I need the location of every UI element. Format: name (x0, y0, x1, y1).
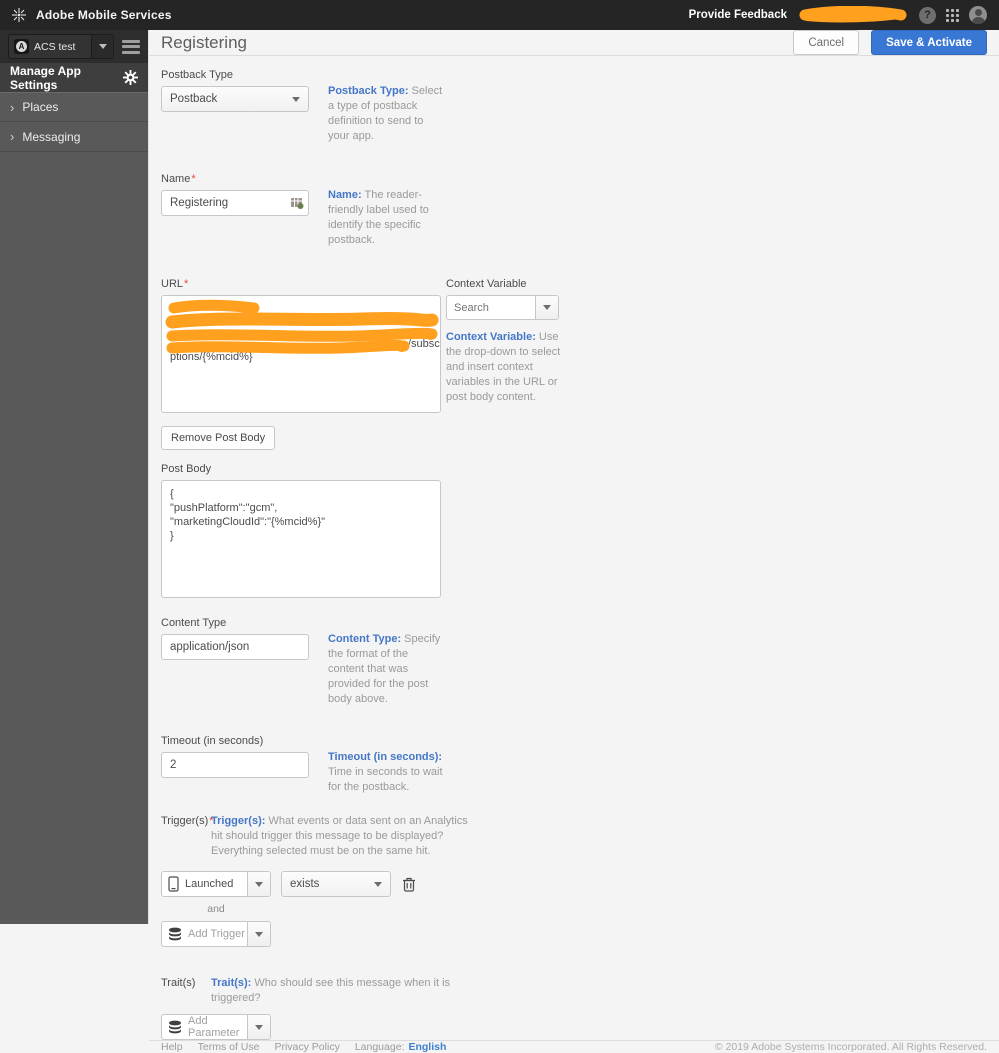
traits-label: Trait(s) (161, 977, 196, 989)
context-variable-help: Context Variable: Use the drop-down to s… (446, 331, 561, 403)
redacted-username-scribble (797, 6, 909, 24)
context-variable-label: Context Variable (446, 278, 527, 290)
top-bar: Adobe Mobile Services Provide Feedback ? (0, 0, 999, 30)
post-body-row: Post Body { "pushPlatform":"gcm", "marke… (161, 463, 999, 603)
help-icon[interactable]: ? (919, 6, 936, 24)
save-activate-button[interactable]: Save & Activate (871, 30, 987, 55)
gear-icon[interactable] (123, 70, 138, 85)
traits-header-row: Trait(s) Trait(s): Who should see this m… (161, 976, 999, 1006)
context-variable-combobox (446, 295, 559, 320)
page-header: Registering Cancel Save & Activate (149, 30, 999, 56)
url-label: URL* (161, 278, 189, 290)
redacted-url-scribble (162, 296, 440, 412)
apps-grid-icon[interactable] (946, 8, 959, 22)
adobe-mobile-services-logo-icon (10, 6, 28, 24)
postback-type-row: Postback Type Postback Postback Type: Se… (161, 69, 999, 144)
add-parameter-select[interactable]: Add Parameter (161, 1014, 271, 1040)
chevron-down-icon[interactable] (247, 922, 270, 946)
remove-post-body-button[interactable]: Remove Post Body (161, 426, 276, 450)
name-field[interactable] (161, 190, 309, 216)
name-row: Name* Name: The r (161, 173, 999, 248)
timeout-row: Timeout (in seconds) Timeout (in seconds… (161, 735, 999, 795)
content-type-field[interactable] (161, 634, 309, 660)
timeout-field[interactable] (161, 752, 309, 778)
trigger-operator-select[interactable]: exists (281, 871, 391, 897)
app-selector-dropdown[interactable]: A ACS test (8, 34, 114, 59)
postback-type-help: Postback Type: Select a type of postback… (328, 85, 443, 142)
autofill-icon (290, 196, 304, 210)
language-select-link[interactable]: English (408, 1041, 446, 1053)
cancel-button[interactable]: Cancel (793, 30, 860, 55)
sidebar: A ACS test Manage App Settings › Places … (0, 30, 148, 924)
postback-type-label: Postback Type (161, 69, 233, 81)
chevron-down-icon[interactable] (247, 1015, 270, 1039)
chevron-right-icon: › (10, 129, 15, 144)
chevron-down-icon (374, 881, 382, 887)
triggers-label: Trigger(s)* (161, 815, 214, 827)
footer-link-help[interactable]: Help (161, 1041, 183, 1053)
delete-trigger-button[interactable] (400, 874, 418, 894)
app-icon: A (14, 39, 29, 54)
footer-link-terms[interactable]: Terms of Use (198, 1041, 260, 1053)
user-avatar[interactable] (969, 6, 987, 24)
trigger-condition-row: Launched exists (161, 871, 999, 897)
traits-help: Trait(s): Who should see this message wh… (211, 977, 451, 1004)
content-type-row: Content Type Content Type: Specify the f… (161, 617, 999, 707)
trash-icon (403, 877, 415, 892)
trigger-event-select[interactable]: Launched (161, 871, 271, 897)
chevron-right-icon: › (10, 99, 15, 115)
provide-feedback-link[interactable]: Provide Feedback (689, 9, 787, 21)
footer-link-privacy[interactable]: Privacy Policy (274, 1041, 339, 1053)
name-label: Name* (161, 173, 196, 185)
sidebar-item-places[interactable]: › Places (0, 92, 148, 122)
timeout-label: Timeout (in seconds) (161, 735, 264, 747)
sidebar-item-messaging[interactable]: › Messaging (0, 122, 148, 152)
context-variable-dropdown-button[interactable] (535, 296, 558, 319)
app-selector-caret (91, 35, 113, 58)
chevron-down-icon (292, 96, 300, 102)
post-body-textarea[interactable]: { "pushPlatform":"gcm", "marketingCloudI… (161, 480, 441, 598)
triggers-help: Trigger(s): What events or data sent on … (211, 815, 468, 857)
name-help: Name: The reader-friendly label used to … (328, 189, 429, 246)
trigger-conjunction-label: and (207, 903, 225, 915)
language-label: Language: English (354, 1041, 447, 1053)
copyright-text: © 2019 Adobe Systems Incorporated. All R… (714, 1041, 987, 1053)
chevron-down-icon[interactable] (247, 872, 270, 896)
mobile-phone-icon (168, 876, 179, 892)
hamburger-menu-icon[interactable] (122, 37, 140, 56)
context-variable-search-input[interactable] (447, 296, 535, 319)
url-textarea[interactable]: /subscri ptions/{%mcid%} (161, 295, 441, 413)
timeout-help: Timeout (in seconds): Time in seconds to… (328, 751, 443, 793)
content-type-help: Content Type: Specify the format of the … (328, 633, 441, 705)
url-row: URL* /subscri ptions/{%mcid%} (161, 278, 999, 413)
page-footer: Help Terms of Use Privacy Policy Languag… (149, 1040, 999, 1053)
triggers-header-row: Trigger(s)* Trigger(s): What events or d… (161, 814, 999, 859)
app-selector-value: ACS test (34, 40, 76, 53)
postback-form: Postback Type Postback Postback Type: Se… (149, 56, 999, 1040)
post-body-label: Post Body (161, 463, 212, 475)
app-title: Adobe Mobile Services (36, 8, 172, 22)
main-content: Registering Cancel Save & Activate Postb… (148, 30, 999, 1053)
database-icon (168, 1020, 182, 1035)
postback-type-select[interactable]: Postback (161, 86, 309, 112)
add-trigger-select[interactable]: Add Trigger (161, 921, 271, 947)
database-icon (168, 927, 182, 942)
content-type-label: Content Type (161, 617, 227, 629)
sidebar-item-manage-app-settings[interactable]: Manage App Settings (0, 63, 148, 92)
page-title: Registering (161, 32, 247, 52)
